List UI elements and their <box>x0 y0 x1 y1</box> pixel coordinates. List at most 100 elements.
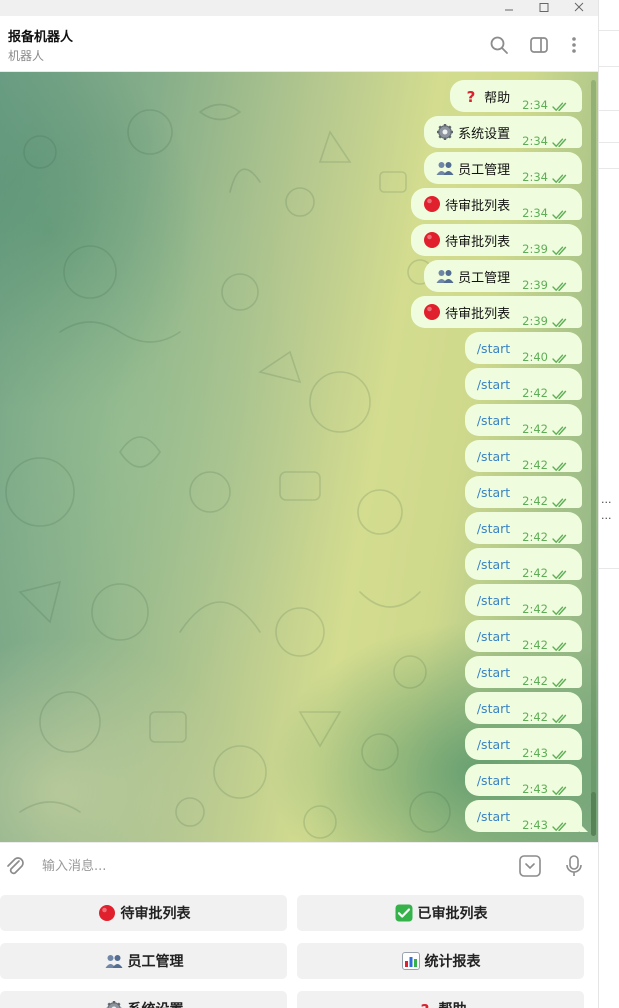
keyboard-button[interactable]: 统计报表 <box>297 943 584 979</box>
message-meta: 2:34 <box>522 188 570 220</box>
check-icon <box>394 903 414 923</box>
bot-keyboard-toggle-button[interactable] <box>518 854 542 878</box>
more-menu-button[interactable] <box>563 34 585 56</box>
message-command-text[interactable]: /start <box>477 629 510 644</box>
message-text: ? 帮助 <box>462 87 510 106</box>
side-ellipsis: ... <box>601 493 612 506</box>
message-bubble[interactable]: /start 2:43 <box>464 764 582 796</box>
message-command-text[interactable]: /start <box>477 737 510 752</box>
message-text: 待审批列表 <box>423 303 510 322</box>
chat-title[interactable]: 报备机器人 <box>8 26 73 45</box>
message-time: 2:39 <box>522 278 548 292</box>
message-command-text[interactable]: /start <box>477 665 510 680</box>
close-button[interactable] <box>562 0 596 16</box>
message-meta: 2:42 <box>522 620 570 652</box>
message-command-text[interactable]: /start <box>477 341 510 356</box>
chat-scrollbar-thumb[interactable] <box>591 792 596 836</box>
message-time: 2:42 <box>522 638 548 652</box>
message-bubble[interactable]: /start 2:42 <box>464 476 582 508</box>
message-time: 2:43 <box>522 782 548 796</box>
message-meta: 2:34 <box>522 80 570 112</box>
window-titlebar <box>0 0 598 16</box>
search-button[interactable] <box>488 34 510 56</box>
message-label: 系统设置 <box>458 126 511 142</box>
message-bubble[interactable]: /start 2:42 <box>464 404 582 436</box>
attach-button[interactable] <box>4 855 26 877</box>
message-command-text[interactable]: /start <box>477 809 510 824</box>
message-time: 2:34 <box>522 206 548 220</box>
read-receipt-icon <box>552 138 567 148</box>
read-receipt-icon <box>552 786 567 796</box>
message-label: 帮助 <box>484 90 511 106</box>
message-bubble[interactable]: /start 2:40 <box>464 332 582 364</box>
message-bubble[interactable]: /start 2:42 <box>464 368 582 400</box>
message-meta: 2:42 <box>522 476 570 508</box>
message-time: 2:42 <box>522 566 548 580</box>
minimize-button[interactable] <box>492 0 526 16</box>
message-bubble[interactable]: 员工管理 2:39 <box>424 260 582 292</box>
message-bubble[interactable]: 待审批列表 2:39 <box>411 224 582 256</box>
read-receipt-icon <box>552 246 567 256</box>
chat-scrollbar[interactable] <box>591 80 596 836</box>
message-bubble[interactable]: 员工管理 2:34 <box>424 152 582 184</box>
message-time: 2:42 <box>522 494 548 508</box>
message-label: 员工管理 <box>458 162 511 178</box>
message-text: 待审批列表 <box>423 231 510 250</box>
message-time: 2:34 <box>522 98 548 112</box>
read-receipt-icon <box>552 318 567 328</box>
composer <box>0 842 598 888</box>
keyboard-button-label: 已审批列表 <box>417 906 488 922</box>
message-label: /start <box>476 376 511 392</box>
message-command-text[interactable]: /start <box>477 449 510 464</box>
message-bubble[interactable]: /start 2:42 <box>464 440 582 472</box>
message-bubble[interactable]: 系统设置 2:34 <box>424 116 582 148</box>
message-list[interactable]: ? 帮助 2:34 系统设置 2:34 员工管理 2:34 待审批列表 2:34 待审批列表 2:3… <box>0 72 598 842</box>
message-command-text[interactable]: /start <box>477 485 510 500</box>
message-bubble[interactable]: /start 2:42 <box>464 692 582 724</box>
message-bubble[interactable]: /start 2:43 <box>464 800 588 832</box>
keyboard-button-label: 系统设置 <box>128 999 184 1008</box>
read-receipt-icon <box>552 354 567 364</box>
background-window-edge: ... ... <box>598 0 619 1008</box>
message-meta: 2:43 <box>522 800 570 832</box>
message-input[interactable] <box>40 853 484 879</box>
message-label: /start <box>476 700 511 716</box>
message-label: /start <box>476 664 511 680</box>
message-bubble[interactable]: /start 2:42 <box>464 512 582 544</box>
keyboard-button[interactable]: 已审批列表 <box>297 895 584 931</box>
message-command-text[interactable]: /start <box>477 557 510 572</box>
message-command-text[interactable]: /start <box>477 593 510 608</box>
voice-record-button[interactable] <box>563 854 585 878</box>
message-bubble[interactable]: /start 2:42 <box>464 584 582 616</box>
keyboard-toggle-icon <box>519 855 541 877</box>
message-command-text[interactable]: /start <box>477 377 510 392</box>
close-icon <box>574 2 584 12</box>
message-bubble[interactable]: ? 帮助 2:34 <box>450 80 582 112</box>
message-text: 员工管理 <box>436 159 510 178</box>
keyboard-button[interactable]: 员工管理 <box>0 943 287 979</box>
read-receipt-icon <box>552 498 567 508</box>
message-bubble[interactable]: 待审批列表 2:39 <box>411 296 582 328</box>
message-bubble[interactable]: /start 2:42 <box>464 656 582 688</box>
svg-text:?: ? <box>420 1001 429 1008</box>
keyboard-button[interactable]: 待审批列表 <box>0 895 287 931</box>
read-receipt-icon <box>552 642 567 652</box>
message-command-text[interactable]: /start <box>477 701 510 716</box>
message-command-text[interactable]: /start <box>477 413 510 428</box>
message-bubble[interactable]: 待审批列表 2:34 <box>411 188 582 220</box>
message-command-text[interactable]: /start <box>477 521 510 536</box>
chat-header[interactable]: 报备机器人 机器人 <box>0 16 598 72</box>
read-receipt-icon <box>552 282 567 292</box>
keyboard-button[interactable]: 系统设置 <box>0 991 287 1008</box>
maximize-button[interactable] <box>527 0 561 16</box>
message-command-text[interactable]: /start <box>477 773 510 788</box>
keyboard-button[interactable]: ? 帮助 <box>297 991 584 1008</box>
message-time: 2:43 <box>522 818 548 832</box>
message-bubble[interactable]: /start 2:42 <box>464 548 582 580</box>
sidebar-toggle-button[interactable] <box>528 34 550 56</box>
read-receipt-icon <box>552 102 567 112</box>
read-receipt-icon <box>552 570 567 580</box>
message-bubble[interactable]: /start 2:43 <box>464 728 582 760</box>
message-bubble[interactable]: /start 2:42 <box>464 620 582 652</box>
message-meta: 2:39 <box>522 260 570 292</box>
